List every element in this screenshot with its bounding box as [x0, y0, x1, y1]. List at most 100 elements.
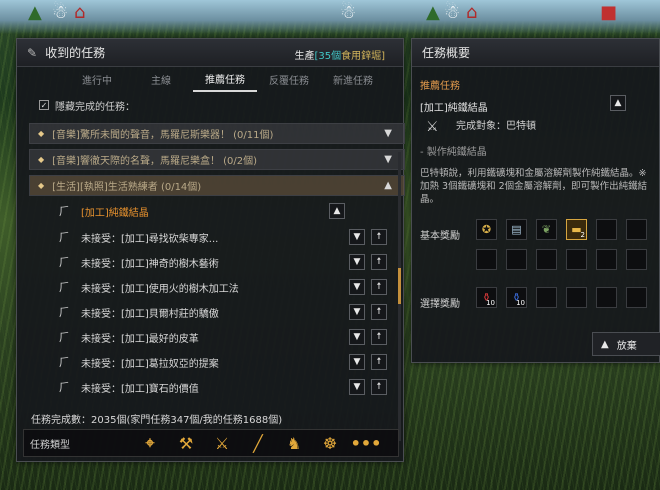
quest-row-active[interactable]: ⺁ [加工]純鐵結晶 ▲ — [59, 201, 405, 221]
crossed-swords-icon[interactable]: ⚔ — [204, 434, 240, 453]
navigate-walk-button[interactable]: ☨ — [371, 279, 387, 295]
quest-row[interactable]: ⺁ 未接受：[加工]神奇的樹木藝術 ▼ ☨ — [59, 252, 405, 272]
gift-decoration-icon: ■ — [600, 2, 618, 23]
received-quests-window: ✎ 收到的任務 生產[35個食用鋅堀] 進行中 主線 推薦任務 反覆任務 新進任… — [16, 38, 405, 462]
reward-slot-empty — [476, 249, 497, 270]
pickaxe-icon: ⺁ — [59, 356, 70, 369]
chevron-down-icon[interactable]: ▼ — [384, 128, 392, 139]
reward-medal-icon[interactable]: ✪ — [476, 219, 497, 240]
pickaxe-icon: ⺁ — [59, 256, 70, 269]
snowman-decoration-icon: ☃ — [340, 2, 357, 23]
reward-slot-empty — [566, 249, 587, 270]
tree-decoration-icon: ▲ — [28, 2, 42, 23]
tab-repeatable[interactable]: 反覆任務 — [257, 72, 321, 91]
expand-down-button[interactable]: ▼ — [349, 304, 365, 320]
tab-main[interactable]: 主線 — [129, 72, 193, 91]
chevron-down-icon[interactable]: ▼ — [384, 154, 392, 165]
expand-down-button[interactable]: ▼ — [349, 329, 365, 345]
staff-icon[interactable]: ╱ — [240, 434, 276, 453]
tab-recommended[interactable]: 推薦任務 — [193, 71, 257, 92]
reward-slot-empty — [626, 219, 647, 240]
quest-row[interactable]: ⺁ 未接受：[加工]尋找砍柴專家... ▼ ☨ — [59, 227, 405, 247]
reward-slot-empty — [506, 249, 527, 270]
crosshair-icon[interactable]: ⌖ — [132, 433, 168, 453]
pickaxe-icon: ⺁ — [59, 306, 70, 319]
collapse-up-button[interactable]: ▲ — [329, 203, 345, 219]
scrollbar-thumb[interactable] — [398, 268, 401, 304]
reward-gold-bar-icon[interactable]: ▬ 2 — [566, 219, 587, 240]
summary-section-title: 推薦任務 — [420, 81, 460, 92]
quest-row[interactable]: ⺁ 未接受：[加工]寶石的價值 ▼ ☨ — [59, 377, 405, 397]
pickaxe-icon: ⺁ — [59, 281, 70, 294]
summary-window-titlebar[interactable]: 任務概要 — [412, 39, 659, 67]
diamond-icon: ◆ — [38, 155, 45, 164]
chevron-up-icon: ▲ — [601, 338, 609, 350]
reward-herb-icon[interactable]: ❦ — [536, 219, 557, 240]
quest-tabs: 進行中 主線 推薦任務 反覆任務 新進任務 — [17, 67, 403, 95]
sword-icon: ⚔ — [426, 119, 439, 135]
more-icon[interactable]: ••• — [348, 434, 384, 453]
hide-completed-row[interactable]: ✓ 隱藏完成的任務： — [17, 95, 403, 115]
expand-down-button[interactable]: ▼ — [349, 379, 365, 395]
quest-type-bar: 任務類型 ⌖ ⚒ ⚔ ╱ ♞ ☸ ••• — [23, 429, 399, 457]
diamond-icon: ◆ — [38, 129, 45, 138]
summary-quest-name: [加工]純鐵結晶 — [420, 103, 488, 114]
tab-new[interactable]: 新進任務 — [321, 72, 385, 91]
window-title: 收到的任務 — [45, 46, 106, 60]
tree-decoration-icon: ▲ — [426, 2, 440, 23]
quest-row[interactable]: ⺁ 未接受：[加工]使用火的樹木加工法 ▼ ☨ — [59, 277, 405, 297]
hide-completed-checkbox[interactable]: ✓ — [39, 100, 49, 110]
quest-list-scrollbar[interactable] — [398, 152, 401, 441]
completion-target: 完成對象：巴特頓 — [456, 121, 536, 132]
hide-completed-label: 隱藏完成的任務： — [55, 101, 135, 113]
pickaxe-icon: ⺁ — [59, 205, 70, 218]
reward-blue-potion-icon[interactable]: ⚱ 10 — [506, 287, 527, 308]
summary-window-title: 任務概要 — [422, 46, 471, 60]
quest-scroll-icon: ✎ — [27, 45, 38, 60]
expand-down-button[interactable]: ▼ — [349, 279, 365, 295]
chevron-up-icon[interactable]: ▲ — [384, 180, 392, 191]
quest-group-expanded[interactable]: ◆ [生活][執照]生活熟練者 (0/14個) ▲ — [29, 175, 405, 196]
wheel-icon[interactable]: ☸ — [312, 434, 348, 453]
quest-row[interactable]: ⺁ 未接受：[加工]葛拉奴亞的提案 ▼ ☨ — [59, 352, 405, 372]
quest-group[interactable]: ◆ [音樂]驚所未聞的聲音，馬羅尼斯樂器！ (0/11個) ▼ — [29, 123, 405, 144]
collapse-up-button[interactable]: ▲ — [610, 95, 626, 111]
horse-icon[interactable]: ♞ — [276, 434, 312, 453]
snowman-decoration-icon: ☃ — [52, 2, 69, 23]
quest-description: 巴特頓說，利用鐵礦塊和金屬溶解劑製作純鐵結晶。※ 加熱 3個鐵礦塊和 2個金屬溶… — [420, 168, 648, 205]
pickaxe-icon: ⺁ — [59, 231, 70, 244]
completion-count: 任務完成數：2035個(家門任務347個/我的任務1688個) — [31, 415, 283, 426]
reward-slot-empty — [566, 287, 587, 308]
navigate-walk-button[interactable]: ☨ — [371, 254, 387, 270]
background-sky — [0, 0, 660, 34]
hammer-axe-icon[interactable]: ⚒ — [168, 434, 204, 453]
quest-row[interactable]: ⺁ 未接受：[加工]貝爾村莊的驕傲 ▼ ☨ — [59, 302, 405, 322]
quest-type-label: 任務類型 — [30, 439, 70, 451]
quest-group[interactable]: ◆ [音樂]響徹天際的名聲，馬羅尼樂盒！ (0/2個) ▼ — [29, 149, 405, 170]
reward-slot-empty — [536, 287, 557, 308]
reward-slot-empty — [596, 219, 617, 240]
reward-slot-empty — [626, 287, 647, 308]
tab-in-progress[interactable]: 進行中 — [65, 72, 129, 91]
choice-reward-label: 選擇獎勵 — [420, 299, 460, 310]
pickaxe-icon: ⺁ — [59, 381, 70, 394]
reward-slot-empty — [626, 249, 647, 270]
navigate-walk-button[interactable]: ☨ — [371, 329, 387, 345]
reward-red-potion-icon[interactable]: ⚱ 10 — [476, 287, 497, 308]
navigate-walk-button[interactable]: ☨ — [371, 354, 387, 370]
reward-scroll-icon[interactable]: ▤ — [506, 219, 527, 240]
pickaxe-icon: ⺁ — [59, 331, 70, 344]
reward-slot-empty — [596, 249, 617, 270]
navigate-walk-button[interactable]: ☨ — [371, 304, 387, 320]
expand-down-button[interactable]: ▼ — [349, 229, 365, 245]
expand-down-button[interactable]: ▼ — [349, 354, 365, 370]
navigate-walk-button[interactable]: ☨ — [371, 229, 387, 245]
snowman-decoration-icon: ☃ — [444, 2, 461, 23]
quest-row[interactable]: ⺁ 未接受：[加工]最好的皮革 ▼ ☨ — [59, 327, 405, 347]
expand-down-button[interactable]: ▼ — [349, 254, 365, 270]
diamond-icon: ◆ — [38, 181, 45, 190]
reward-slot-empty — [596, 287, 617, 308]
quest-summary-window: 任務概要 推薦任務 [加工]純鐵結晶 ▲ ⚔ 完成對象：巴特頓 - 製作純鐵結晶… — [411, 38, 660, 363]
abandon-quest-button[interactable]: ▲ 放棄 — [592, 332, 660, 356]
navigate-walk-button[interactable]: ☨ — [371, 379, 387, 395]
